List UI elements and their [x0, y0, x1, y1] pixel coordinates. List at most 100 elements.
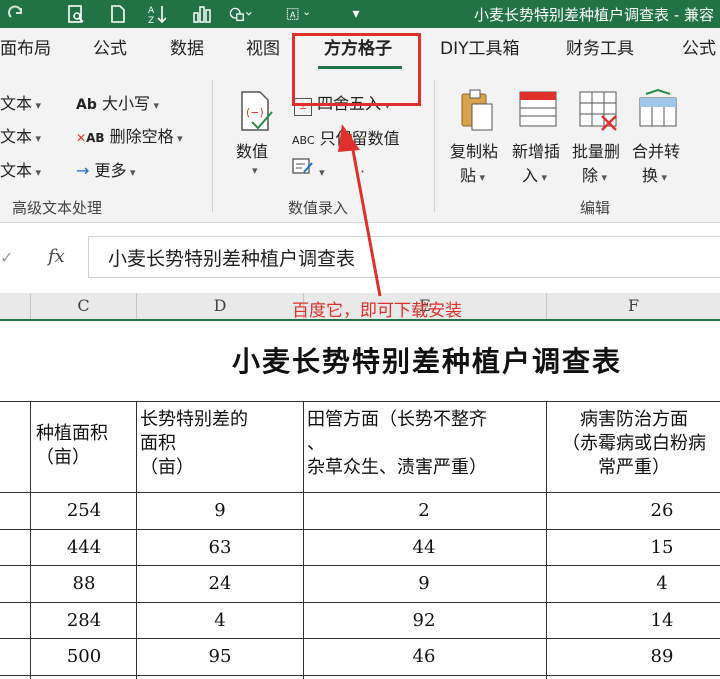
table-cell[interactable]: 2	[374, 500, 474, 521]
value-icon: (−)	[241, 91, 273, 131]
tab-finance-tools[interactable]: 财务工具	[566, 28, 634, 70]
data-entry-tool-button[interactable]: ▾	[292, 158, 325, 180]
sheet-title[interactable]: 小麦长势特别差种植户调查表	[232, 340, 622, 380]
header-cell-area[interactable]: 种植面积 （亩）	[36, 422, 108, 470]
value-dropdown-caret: ▾	[252, 164, 258, 177]
remove-spaces-label: 删除空格	[109, 127, 174, 146]
table-cell[interactable]: 89	[612, 646, 712, 667]
copy-paste-label-2: 贴	[460, 166, 477, 185]
column-header-c[interactable]: C	[31, 293, 136, 319]
edit-group-label: 编辑	[580, 199, 611, 217]
change-case-button[interactable]: Ab 大小写 ▾	[76, 90, 159, 114]
keep-value-label: 只保留数值	[319, 129, 400, 148]
table-cell[interactable]: 95	[170, 646, 270, 667]
text-item-2[interactable]: 文本 ▾	[0, 123, 41, 147]
merge-convert-label: 合并转	[632, 142, 681, 161]
table-cell[interactable]: 26	[612, 500, 712, 521]
text-box-icon[interactable]: A	[286, 2, 310, 26]
table-cell[interactable]: 4	[170, 610, 270, 631]
table-cell[interactable]: 9	[374, 573, 474, 594]
table-cell[interactable]: 24	[170, 573, 270, 594]
text-item-3[interactable]: 文本 ▾	[0, 157, 41, 181]
table-cell[interactable]: 92	[374, 610, 474, 631]
table-cell[interactable]: 63	[170, 537, 270, 558]
more-label: 更多	[94, 161, 127, 180]
tab-formulas[interactable]: 公式	[93, 28, 127, 70]
table-cell[interactable]: 44	[374, 537, 474, 558]
table-cell[interactable]: 14	[612, 610, 712, 631]
table-cell[interactable]: 9	[170, 500, 270, 521]
value-button[interactable]: (−) 数值 ▾	[234, 90, 280, 188]
grid-line	[136, 401, 137, 679]
window-title: 小麦长势特别差种植户调查表 - 兼容	[474, 6, 714, 24]
header-cell-field-management[interactable]: 田管方面（长势不整齐 、 杂草众生、渍害严重）	[307, 408, 487, 480]
grid-line	[0, 675, 720, 676]
svg-text:A: A	[148, 6, 155, 16]
remove-spaces-button[interactable]: ✕AB 删除空格 ▾	[76, 123, 183, 147]
remove-spaces-icon: ✕AB	[76, 131, 105, 145]
insert-function-icon[interactable]: fx	[48, 246, 65, 267]
grid-line	[546, 401, 547, 679]
print-preview-icon[interactable]	[64, 2, 88, 26]
batch-delete-icon	[579, 91, 617, 131]
new-insert-label-2: 入	[522, 166, 539, 185]
group-separator	[212, 80, 213, 212]
svg-text:Z: Z	[148, 16, 154, 24]
batch-delete-label: 批量删	[572, 142, 621, 161]
grid-line	[0, 529, 720, 530]
more-data-caret[interactable]: ·	[360, 162, 365, 181]
insert-rows-icon	[519, 91, 557, 127]
data-group-label: 数值录入	[288, 199, 349, 217]
header-cell-poor-area[interactable]: 长势特别差的 面积 （亩）	[140, 408, 248, 480]
tab-diy-toolbox[interactable]: DIY工具箱	[440, 28, 520, 70]
tab-page-layout[interactable]: 面布局	[0, 28, 51, 70]
confirm-icon[interactable]: ✓	[0, 248, 13, 267]
table-cell[interactable]: 46	[374, 646, 474, 667]
sort-az-icon[interactable]: AZ	[146, 2, 170, 26]
table-cell[interactable]: 444	[34, 537, 134, 558]
formula-value: 小麦长势特别差种植户调查表	[108, 248, 356, 270]
tab-view[interactable]: 视图	[246, 28, 280, 70]
table-cell[interactable]: 284	[34, 610, 134, 631]
table-cell[interactable]: 88	[34, 573, 134, 594]
grid-line	[30, 401, 31, 679]
keep-value-button[interactable]: ABC 只保留数值	[292, 125, 400, 149]
customize-toolbar-icon[interactable]: ▾	[344, 2, 368, 26]
tab-data[interactable]: 数据	[170, 28, 204, 70]
table-cell[interactable]: 4	[612, 573, 712, 594]
group-separator	[434, 80, 435, 212]
column-header-f[interactable]: F	[547, 293, 720, 319]
header-cell-disease-control[interactable]: 病害防治方面 （赤霉病或白粉病 常严重）	[562, 408, 706, 480]
svg-text:(−): (−)	[246, 106, 264, 119]
table-cell[interactable]: 15	[612, 537, 712, 558]
table-cell[interactable]: 254	[34, 500, 134, 521]
chart-icon[interactable]	[190, 2, 214, 26]
form-edit-icon	[292, 158, 313, 174]
grid-line	[0, 565, 720, 566]
more-button[interactable]: → 更多 ▾	[76, 157, 136, 181]
copy-paste-label: 复制粘	[450, 142, 499, 161]
svg-text:A: A	[290, 10, 296, 19]
column-header-d[interactable]: D	[137, 293, 303, 319]
text-item-label: 文本	[0, 127, 33, 146]
text-item-label: 文本	[0, 161, 33, 180]
grid-line	[0, 638, 720, 639]
merge-convert-label-2: 换	[642, 166, 659, 185]
batch-delete-label-2: 除	[582, 166, 599, 185]
value-label: 数值	[236, 142, 269, 161]
tab-formulas-2[interactable]: 公式	[682, 28, 716, 70]
highlight-box	[292, 33, 421, 106]
grid-line	[303, 401, 304, 679]
shapes-icon[interactable]	[228, 2, 252, 26]
table-cell[interactable]: 500	[34, 646, 134, 667]
new-document-icon[interactable]	[106, 2, 130, 26]
annotation-text: 百度它，即可下载安装	[292, 301, 462, 321]
text-item-1[interactable]: 文本 ▾	[0, 90, 41, 114]
redo-icon[interactable]	[4, 2, 28, 26]
text-item-label: 文本	[0, 94, 33, 113]
grid-line	[0, 401, 720, 402]
title-bar: AZ A ▾ 小麦长势特别差种植户调查表 - 兼容	[0, 0, 720, 28]
abc-icon: ABC	[292, 134, 315, 147]
grid-line	[0, 492, 720, 493]
clipboard-icon	[461, 89, 493, 131]
